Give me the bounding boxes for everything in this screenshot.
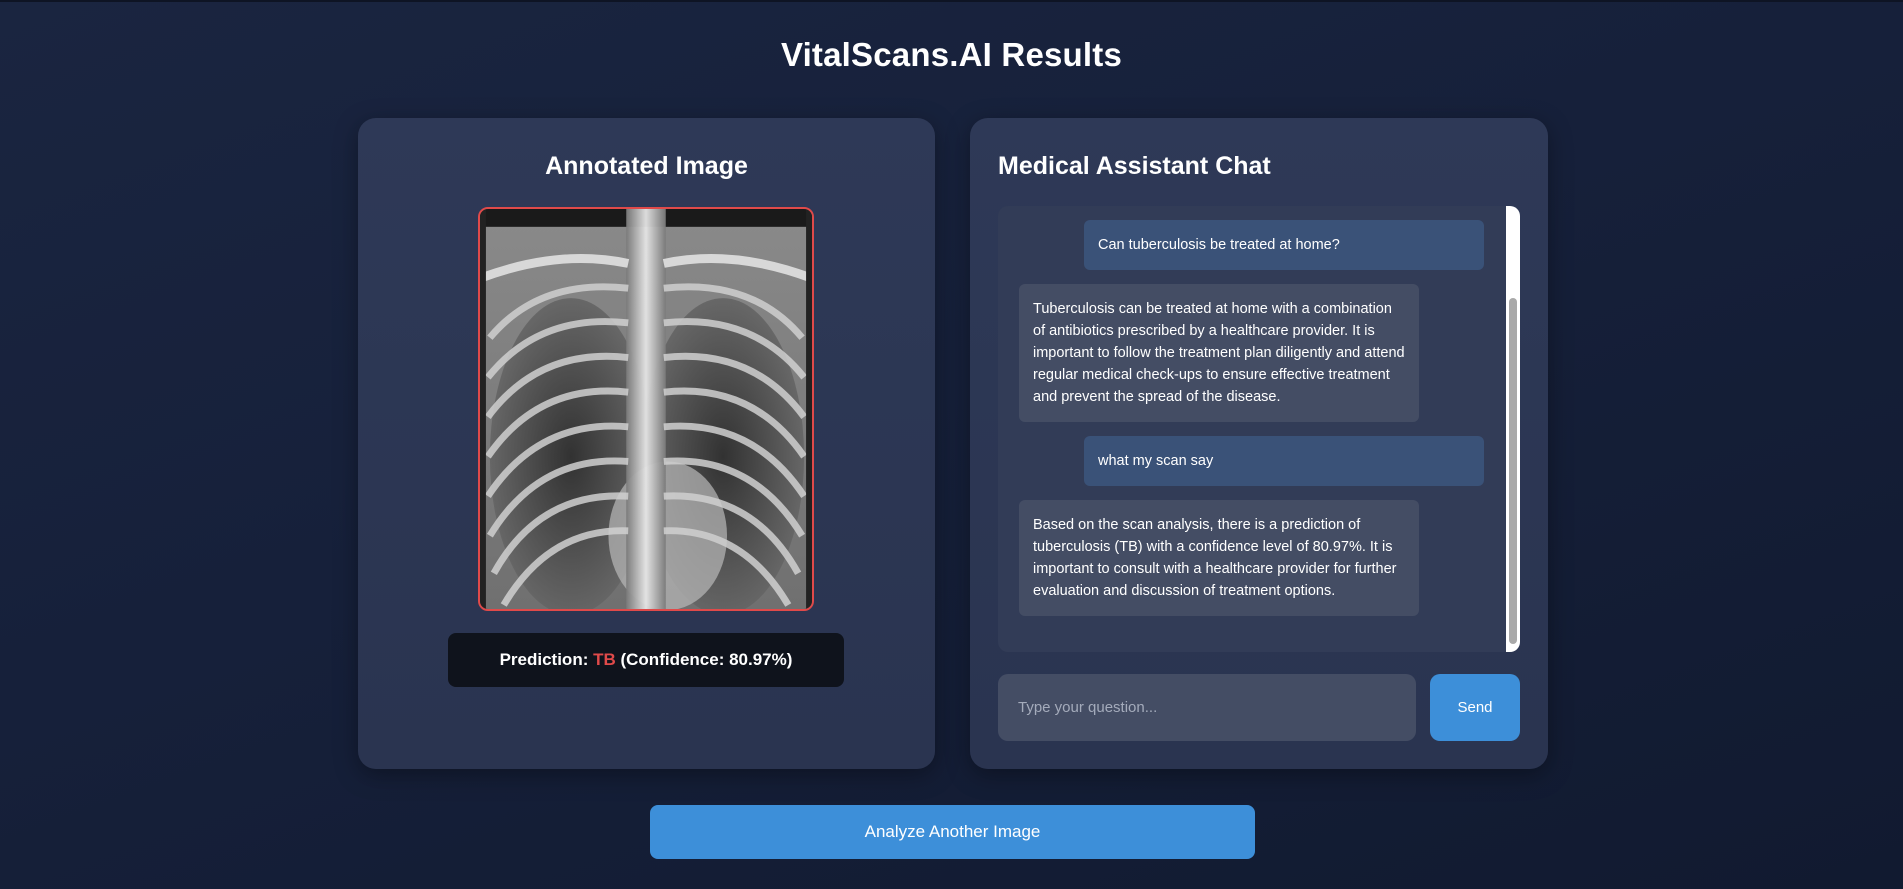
- prediction-label: TB: [593, 650, 616, 669]
- top-strip: [0, 0, 1903, 2]
- chat-panel: Medical Assistant Chat Can tuberculosis …: [970, 118, 1548, 769]
- user-message: Can tuberculosis be treated at home?: [1084, 220, 1484, 270]
- chat-messages[interactable]: Can tuberculosis be treated at home? Tub…: [998, 206, 1520, 652]
- assistant-message: Based on the scan analysis, there is a p…: [1019, 500, 1419, 616]
- page-title: VitalScans.AI Results: [780, 36, 1123, 73]
- xray-graphic: [480, 209, 812, 609]
- send-button[interactable]: Send: [1430, 674, 1520, 741]
- question-input[interactable]: [998, 674, 1416, 741]
- prediction-confidence: (Confidence: 80.97%): [615, 650, 793, 669]
- prediction-result: Prediction: TB (Confidence: 80.97%): [448, 633, 844, 687]
- prediction-prefix: Prediction:: [499, 650, 594, 669]
- chat-scrollbar[interactable]: [1506, 206, 1520, 652]
- xray-image: [478, 207, 814, 611]
- chat-title: Medical Assistant Chat: [998, 152, 1271, 180]
- analyze-another-image-button[interactable]: Analyze Another Image: [650, 805, 1255, 859]
- user-message: what my scan say: [1084, 436, 1484, 486]
- annotated-image-panel: Annotated Image Prediction: TB (Confiden…: [358, 118, 935, 769]
- chat-scrollbar-thumb[interactable]: [1509, 298, 1517, 644]
- assistant-message: Tuberculosis can be treated at home with…: [1019, 284, 1419, 422]
- annotated-image-title: Annotated Image: [545, 152, 748, 180]
